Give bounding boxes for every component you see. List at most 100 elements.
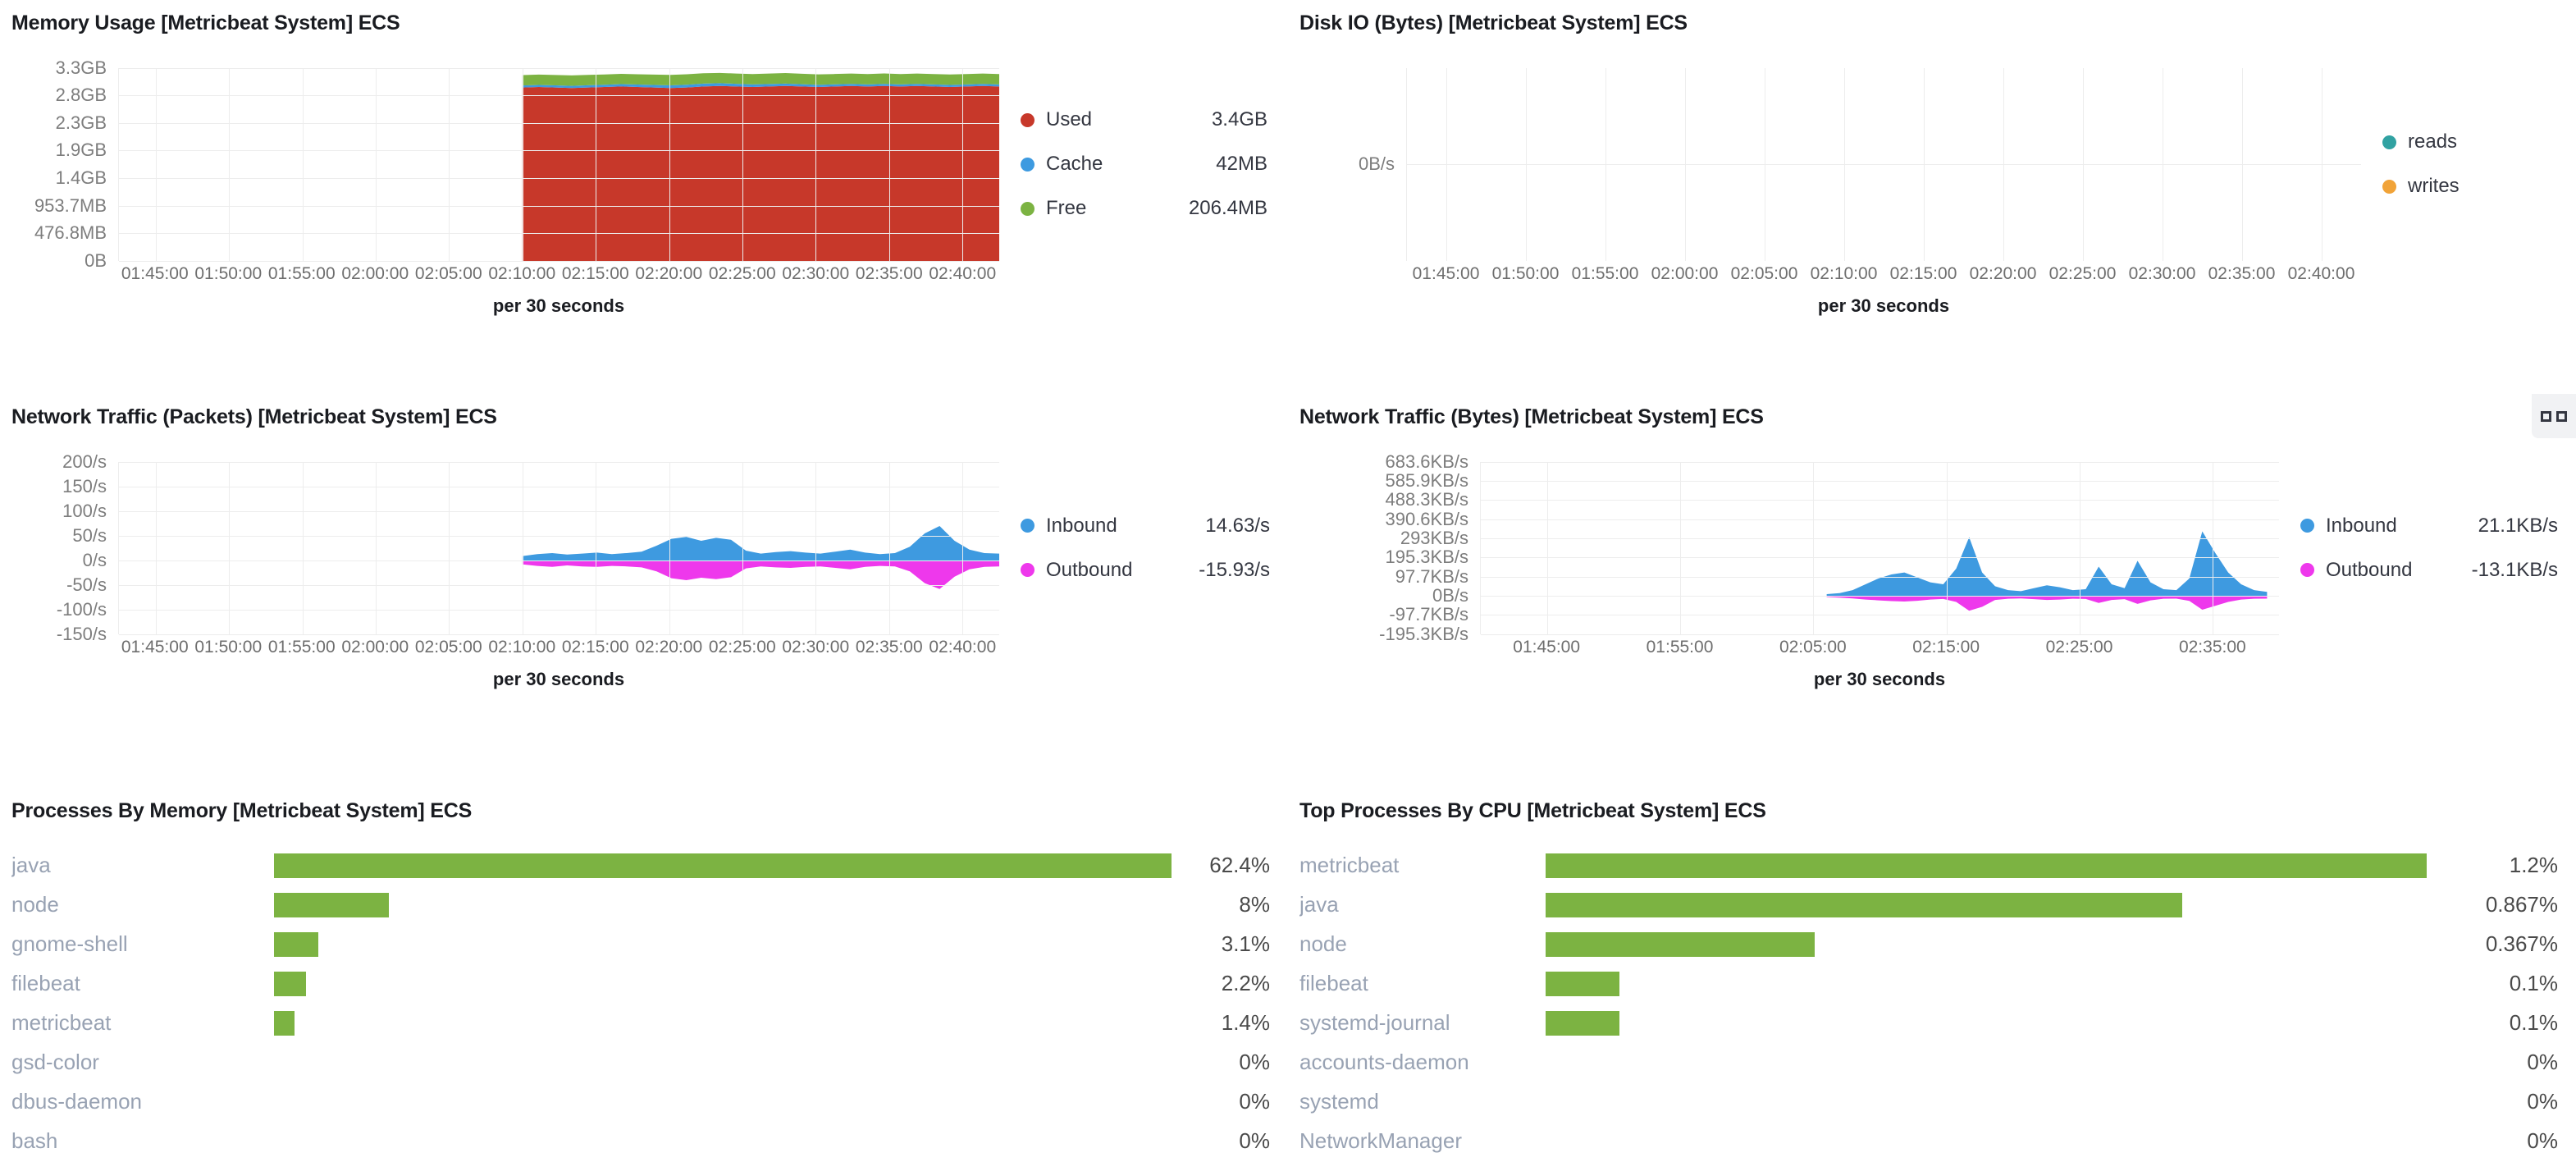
process-value: 0.867% [2485, 892, 2558, 917]
legend-label: reads [2408, 130, 2458, 153]
gridline [375, 461, 377, 634]
list-item[interactable]: gnome-shell 3.1% [11, 925, 1270, 964]
legend-item[interactable]: Inbound 21.1KB/s [2300, 515, 2558, 538]
legend-item[interactable]: Cache 42MB [1021, 153, 1270, 176]
legend-item[interactable]: reads [2382, 130, 2558, 153]
gridline [2082, 67, 2084, 261]
bar [1546, 931, 1816, 957]
gridline [1605, 67, 1607, 261]
panel-title-network-bytes: Network Traffic (Bytes) [Metricbeat Syst… [1299, 405, 1764, 428]
process-name: systemd [1299, 1089, 1379, 1114]
bar-track [274, 925, 1172, 964]
list-item[interactable]: gsd-color 0% [11, 1043, 1270, 1082]
memory-area-series [522, 72, 999, 261]
list-item[interactable]: node 0.367% [1299, 925, 2558, 964]
list-item[interactable]: java 62.4% [11, 846, 1270, 885]
x-axis-tick: 02:30:00 [782, 263, 850, 283]
gridline [119, 510, 999, 512]
process-value: 1.4% [1221, 1010, 1270, 1036]
legend-item[interactable]: Outbound -15.93/s [1021, 559, 1270, 582]
bar [1546, 1010, 1619, 1036]
gridline [302, 67, 304, 261]
x-axis-tick: 02:15:00 [1912, 637, 1980, 656]
panel-network-packets[interactable]: Network Traffic (Packets) [Metricbeat Sy… [0, 394, 1288, 788]
list-item[interactable]: accounts-daemon 0% [1299, 1043, 2558, 1082]
list-item[interactable]: filebeat 2.2% [11, 964, 1270, 1004]
panel-disk-io[interactable]: Disk IO (Bytes) [Metricbeat System] ECS … [1288, 0, 2576, 394]
process-name: java [11, 853, 51, 878]
gridline [1407, 164, 2361, 166]
gridline [1481, 481, 2279, 483]
gridline [2003, 67, 2004, 261]
legend-value: 21.1KB/s [2478, 514, 2558, 537]
process-value: 3.1% [1221, 931, 1270, 957]
process-name: metricbeat [1299, 853, 1400, 878]
disk-io-legend[interactable]: reads writes [2361, 68, 2558, 261]
process-name: filebeat [11, 971, 80, 996]
packets-plot[interactable] [118, 461, 999, 635]
legend-label: Cache [1046, 153, 1103, 176]
bar-track [1546, 1004, 2427, 1043]
bytes-legend[interactable]: Inbound 21.1KB/s Outbound -13.1KB/s [2279, 462, 2558, 634]
list-item[interactable]: metricbeat 1.4% [11, 1004, 1270, 1043]
bytes-plot[interactable] [1480, 461, 2279, 635]
panel-title-disk-io: Disk IO (Bytes) [Metricbeat System] ECS [1299, 11, 1688, 34]
memory-plot[interactable] [118, 67, 999, 262]
legend-item[interactable]: Used 3.4GB [1021, 108, 1270, 131]
x-axis-tick: 02:05:00 [1779, 637, 1847, 656]
gridline [155, 461, 157, 634]
disk-io-plot[interactable] [1406, 67, 2361, 261]
list-item[interactable]: node 8% [11, 885, 1270, 925]
gridline [119, 609, 999, 611]
list-item[interactable]: dbus-daemon 0% [11, 1082, 1270, 1122]
panel-network-bytes[interactable]: Network Traffic (Bytes) [Metricbeat Syst… [1288, 394, 2576, 788]
gridline [1481, 461, 2279, 463]
x-axis-tick: 02:20:00 [1969, 263, 2037, 283]
gridline [1481, 576, 2279, 578]
memory-legend[interactable]: Used 3.4GB Cache 42MB Free 206.4MB [999, 68, 1270, 261]
list-item[interactable]: java 0.867% [1299, 885, 2558, 925]
gridline [815, 461, 817, 634]
processes-by-memory-list[interactable]: java 62.4% node 8% gnome-shell 3.1% filebeat 2.… [11, 846, 1270, 1161]
legend-item[interactable]: Inbound 14.63/s [1021, 515, 1270, 538]
top-processes-by-cpu-list[interactable]: metricbeat 1.2% java 0.867% node 0.367% filebe… [1299, 846, 2558, 1161]
gridline [1481, 538, 2279, 540]
list-item[interactable]: metricbeat 1.2% [1299, 846, 2558, 885]
gridline [962, 67, 964, 261]
list-item[interactable]: bash 0% [11, 1122, 1270, 1161]
packets-x-axis-label: per 30 seconds [492, 668, 625, 689]
packets-legend[interactable]: Inbound 14.63/s Outbound -15.93/s [999, 462, 1270, 634]
panel-options-icon[interactable] [2532, 394, 2576, 438]
panel-memory-usage[interactable]: Memory Usage [Metricbeat System] ECS 3.3… [0, 0, 1288, 394]
process-value: 1.2% [2509, 853, 2558, 878]
panel-top-processes-by-cpu[interactable]: Top Processes By CPU [Metricbeat System]… [1288, 788, 2576, 1162]
bar-track [1546, 925, 2427, 964]
gridline [1923, 67, 1925, 261]
gridline [669, 67, 670, 261]
x-axis-tick: 02:20:00 [635, 263, 703, 283]
x-axis-tick: 02:20:00 [635, 637, 703, 656]
list-item[interactable]: NetworkManager 0% [1299, 1122, 2558, 1161]
x-axis-tick: 02:00:00 [341, 637, 409, 656]
list-item[interactable]: systemd 0% [1299, 1082, 2558, 1122]
bar-track [1546, 1122, 2427, 1161]
list-item[interactable]: filebeat 0.1% [1299, 964, 2558, 1004]
legend-item[interactable]: Outbound -13.1KB/s [2300, 559, 2558, 582]
legend-color-dot [2300, 563, 2314, 578]
panel-processes-by-memory[interactable]: Processes By Memory [Metricbeat System] … [0, 788, 1288, 1162]
process-name: gnome-shell [11, 931, 128, 957]
x-axis-tick: 01:55:00 [1646, 637, 1714, 656]
x-axis-tick: 01:50:00 [194, 263, 263, 283]
legend-item[interactable]: Free 206.4MB [1021, 197, 1270, 220]
process-name: filebeat [1299, 971, 1368, 996]
legend-item[interactable]: writes [2382, 175, 2558, 198]
x-axis-tick: 01:45:00 [121, 637, 189, 656]
legend-label: Inbound [1046, 514, 1117, 537]
legend-label: Outbound [2326, 558, 2413, 581]
process-value: 0% [2527, 1128, 2558, 1154]
process-name: NetworkManager [1299, 1128, 1462, 1154]
x-axis-tick: 02:00:00 [341, 263, 409, 283]
bar-track [274, 846, 1172, 885]
list-item[interactable]: systemd-journal 0.1% [1299, 1004, 2558, 1043]
bar-track [274, 964, 1172, 1004]
